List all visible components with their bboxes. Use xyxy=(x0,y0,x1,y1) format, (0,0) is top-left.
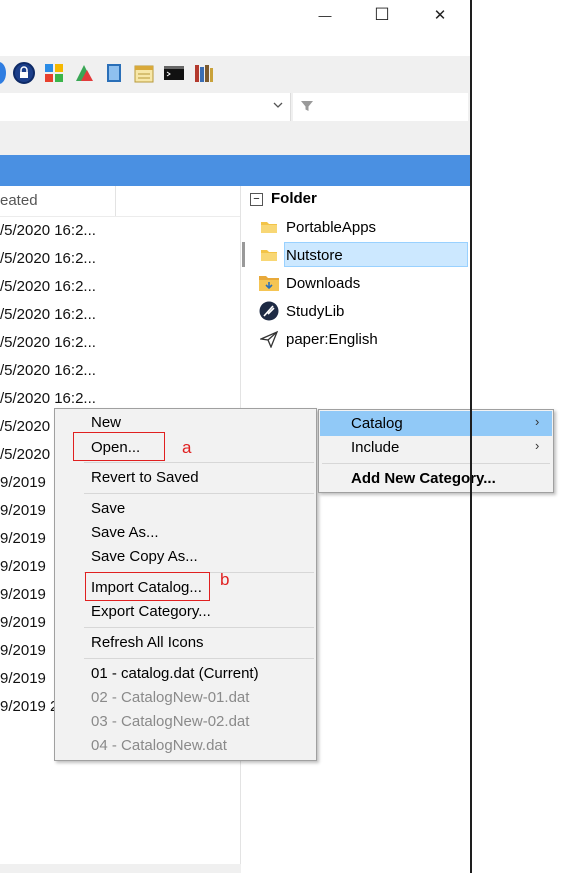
tree-item-label: StudyLib xyxy=(286,302,345,320)
folder-icon xyxy=(258,247,280,263)
menu-separator xyxy=(322,463,550,464)
menu-item-save[interactable]: Save xyxy=(91,500,125,517)
tree-item-downloads[interactable]: Downloads xyxy=(258,270,360,296)
menu-item-recent-catalog-3: 03 - CatalogNew-02.dat xyxy=(91,713,250,730)
column-separator[interactable] xyxy=(115,186,116,216)
list-row-date[interactable]: /5/2020 16:2... xyxy=(0,362,96,379)
menu-item-new[interactable]: New xyxy=(91,414,121,431)
close-button[interactable]: ✕ xyxy=(410,0,470,30)
menu-item-save-as[interactable]: Save As... xyxy=(91,524,159,541)
submenu-item-catalog[interactable]: Catalog xyxy=(351,415,403,432)
toolbar xyxy=(0,56,470,92)
minimize-icon: — xyxy=(318,7,332,23)
filter-icon[interactable] xyxy=(300,99,314,117)
list-row-date[interactable]: 9/2019 xyxy=(0,502,46,519)
menu-item-refresh-all-icons[interactable]: Refresh All Icons xyxy=(91,634,204,651)
annotation-label-a: a xyxy=(182,438,192,457)
list-row-date[interactable]: 9/2019 xyxy=(0,474,46,491)
selection-bar xyxy=(0,155,470,186)
chevron-right-icon: › xyxy=(535,438,540,453)
list-row-date[interactable]: 9/2019 xyxy=(0,670,46,687)
annotation-box-b xyxy=(85,572,210,601)
menu-separator xyxy=(84,658,314,659)
menu-item-recent-catalog-2: 02 - CatalogNew-01.dat xyxy=(91,689,250,706)
tree-item-label: Nutstore xyxy=(286,246,343,264)
tree-focus-marker xyxy=(242,242,245,267)
list-row-date[interactable]: 9/2019 xyxy=(0,642,46,659)
list-row-date[interactable]: /5/2020 16:2... xyxy=(0,390,96,407)
collapse-icon[interactable]: − xyxy=(250,193,263,206)
books-icon[interactable] xyxy=(193,62,215,84)
menu-item-export-category[interactable]: Export Category... xyxy=(91,603,211,620)
window-border xyxy=(470,0,472,873)
menu-item-recent-catalog-4: 04 - CatalogNew.dat xyxy=(91,737,227,754)
list-row-date[interactable]: /5/2020 xyxy=(0,446,50,463)
list-scrollbar-area[interactable] xyxy=(0,864,240,873)
list-row-date[interactable]: /5/2020 16:2... xyxy=(0,334,96,351)
filter-combobox[interactable] xyxy=(0,93,291,121)
quill-icon xyxy=(258,301,280,321)
paint-icon[interactable] xyxy=(73,62,95,84)
list-row-date[interactable]: /5/2020 16:2... xyxy=(0,278,96,295)
maximize-icon: ☐ xyxy=(374,5,390,24)
list-row-date[interactable]: 9/2019 xyxy=(0,614,46,631)
list-row-date[interactable]: 9/2019 2 xyxy=(0,698,58,715)
tree-header-folder: Folder xyxy=(271,190,317,207)
close-icon: ✕ xyxy=(433,7,447,24)
chevron-right-icon: › xyxy=(535,414,540,429)
menu-item-revert-to-saved[interactable]: Revert to Saved xyxy=(91,469,199,486)
list-row-date[interactable]: 9/2019 xyxy=(0,558,46,575)
book-icon[interactable] xyxy=(103,62,125,84)
menu-item-save-copy-as[interactable]: Save Copy As... xyxy=(91,548,198,565)
minimize-button[interactable]: — xyxy=(295,0,355,30)
colorful-grid-icon[interactable] xyxy=(43,62,65,84)
annotation-box-a xyxy=(73,432,165,461)
list-row-date[interactable]: 9/2019 xyxy=(0,586,46,603)
tree-item-label: PortableApps xyxy=(286,218,377,236)
lock-icon[interactable] xyxy=(13,62,35,84)
annotation-label-b: b xyxy=(220,570,230,589)
tree-item-nutstore[interactable]: Nutstore xyxy=(258,242,343,268)
terminal-icon[interactable] xyxy=(163,62,185,84)
menu-item-recent-catalog-1[interactable]: 01 - catalog.dat (Current) xyxy=(91,665,259,682)
tree-item-portableapps[interactable]: PortableApps xyxy=(258,214,376,240)
calendar-icon[interactable] xyxy=(133,62,155,84)
submenu-item-include[interactable]: Include xyxy=(351,439,399,456)
folder-icon xyxy=(258,219,280,235)
tree-item-label: Downloads xyxy=(286,274,361,292)
filter-input[interactable] xyxy=(293,93,468,121)
list-row-date[interactable]: /5/2020 16:2... xyxy=(0,222,96,239)
submenu-item-add-new-category[interactable]: Add New Category... xyxy=(351,470,496,487)
menu-separator xyxy=(84,493,314,494)
list-row-date[interactable]: /5/2020 16:2... xyxy=(0,250,96,267)
downloads-folder-icon xyxy=(258,274,280,292)
tree-item-label: paper:English xyxy=(286,330,378,348)
tree-item-studylib[interactable]: StudyLib xyxy=(258,298,344,324)
list-row-date[interactable]: /5/2020 16:2... xyxy=(0,306,96,323)
chevron-down-icon[interactable] xyxy=(272,98,284,115)
column-header-created[interactable]: eated xyxy=(0,192,38,209)
menu-separator xyxy=(84,627,314,628)
list-row-date[interactable]: 9/2019 xyxy=(0,530,46,547)
list-row-date[interactable]: /5/2020 xyxy=(0,418,50,435)
tree-item-paper-english[interactable]: paper:English xyxy=(258,326,378,352)
menu-separator xyxy=(84,462,314,463)
maximize-button[interactable]: ☐ xyxy=(352,0,412,30)
paper-plane-icon xyxy=(258,330,280,348)
